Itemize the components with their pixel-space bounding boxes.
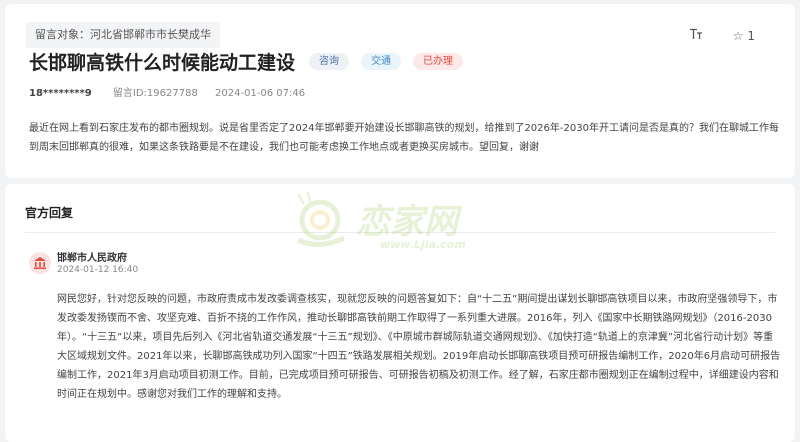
message-title: 长邯聊高铁什么时候能动工建设 xyxy=(29,52,296,74)
message-tools: ☆ 1 xyxy=(689,28,755,44)
message-content: 最近在网上看到石家庄发布的都市圈规划。说是省里否定了2024年邯郸要开始建设长邯… xyxy=(29,123,779,153)
reply-org-name: 邯郸市人民政府 xyxy=(57,253,127,264)
watermark: 恋家网 www.Ljia.com xyxy=(290,188,520,258)
message-meta: 18********9 留言ID:19627788 2024-01-06 07:… xyxy=(29,84,305,99)
favorite-count: 1 xyxy=(747,29,755,43)
star-icon: ☆ xyxy=(732,29,744,43)
message-id: 留言ID:19627788 xyxy=(112,88,198,99)
watermark-text: 恋家网 xyxy=(356,202,458,242)
reply-date: 2024-01-12 16:40 xyxy=(57,265,139,275)
watermark-url: www.Ljia.com xyxy=(380,238,466,251)
author-name: 18********9 xyxy=(29,88,92,99)
snail-logo-icon xyxy=(296,192,346,247)
message-card: 留言对象：河北省邯郸市市长樊成华 ☆ 1 长邯聊高铁什么时候能动工建设 咨询 交… xyxy=(5,4,795,178)
message-date: 2024-01-06 07:46 xyxy=(215,88,306,99)
title-row: 长邯聊高铁什么时候能动工建设 咨询 交通 已办理 xyxy=(29,48,464,75)
favorite-button[interactable]: ☆ 1 xyxy=(733,29,755,43)
type-badge: 咨询 xyxy=(309,53,350,70)
reply-section-title: 官方回复 xyxy=(25,206,74,220)
status-badge: 已办理 xyxy=(413,53,464,70)
message-target-tag: 留言对象：河北省邯郸市市长樊成华 xyxy=(26,22,220,48)
government-building-icon xyxy=(29,252,51,274)
reply-content: 网民您好，针对您反映的问题，市政府责成市发改委调查核实，现就您反映的问题答复如下… xyxy=(57,294,781,400)
category-badge: 交通 xyxy=(361,53,402,70)
text-size-icon[interactable] xyxy=(689,28,703,44)
